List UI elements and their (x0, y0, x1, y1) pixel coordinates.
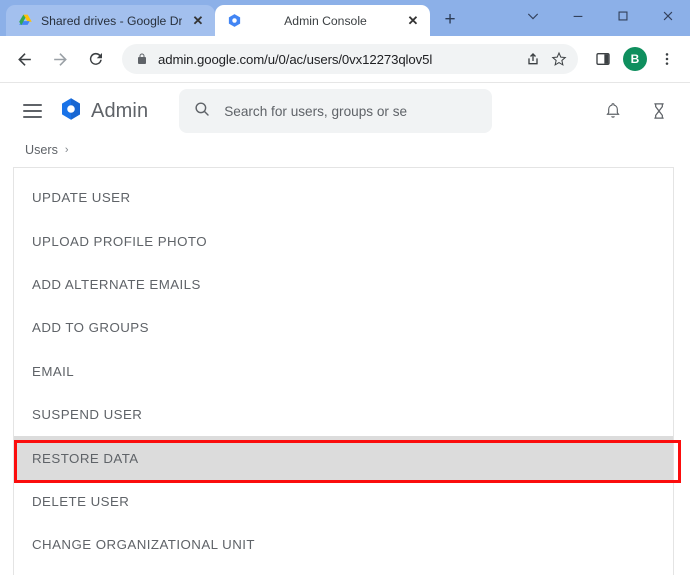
breadcrumb: Users › (0, 139, 690, 167)
user-actions-card: UPDATE USER UPLOAD PROFILE PHOTO ADD ALT… (13, 167, 674, 575)
action-item-upload-profile-photo[interactable]: UPLOAD PROFILE PHOTO (14, 219, 673, 262)
brand-title: Admin (91, 100, 148, 123)
search-icon (193, 100, 211, 123)
side-panel-icon[interactable] (588, 44, 618, 74)
lock-icon (134, 51, 150, 67)
header-actions (600, 98, 676, 124)
tab-strip: Shared drives - Google Drive ✕ Admin Con… (0, 0, 690, 36)
reload-button[interactable] (80, 43, 112, 75)
url-text: admin.google.com/u/0/ac/users/0vx12273ql… (158, 52, 520, 67)
google-admin-icon (226, 13, 242, 29)
action-item-delete-user[interactable]: DELETE USER (14, 480, 673, 523)
browser-tab-shared-drives[interactable]: Shared drives - Google Drive ✕ (6, 5, 215, 36)
tab-search-chevron-down-icon[interactable] (510, 0, 555, 32)
address-bar[interactable]: admin.google.com/u/0/ac/users/0vx12273ql… (122, 44, 578, 74)
close-icon[interactable]: ✕ (190, 13, 206, 29)
search-placeholder: Search for users, groups or se (224, 104, 407, 119)
action-item-change-organizational-unit[interactable]: CHANGE ORGANIZATIONAL UNIT (14, 523, 673, 566)
admin-console-header: Admin Search for users, groups or se (0, 83, 690, 139)
hourglass-icon[interactable] (646, 98, 672, 124)
close-icon[interactable]: ✕ (405, 13, 421, 29)
action-item-suspend-user[interactable]: SUSPEND USER (14, 393, 673, 436)
toolbar-right-actions: B (588, 44, 682, 74)
maximize-button[interactable] (600, 0, 645, 32)
action-item-update-user[interactable]: UPDATE USER (14, 176, 673, 219)
star-icon[interactable] (546, 46, 572, 72)
new-tab-button[interactable]: + (436, 5, 464, 33)
browser-tab-admin-console[interactable]: Admin Console ✕ (215, 5, 430, 36)
action-item-email[interactable]: EMAIL (14, 350, 673, 393)
back-button[interactable] (8, 43, 40, 75)
avatar[interactable]: B (620, 44, 650, 74)
user-actions-list: UPDATE USER UPLOAD PROFILE PHOTO ADD ALT… (14, 168, 673, 567)
action-item-add-alternate-emails[interactable]: ADD ALTERNATE EMAILS (14, 263, 673, 306)
google-drive-icon (17, 13, 33, 29)
page-content: Admin Search for users, groups or se Use… (0, 82, 690, 578)
forward-button[interactable] (44, 43, 76, 75)
browser-toolbar: admin.google.com/u/0/ac/users/0vx12273ql… (0, 36, 690, 82)
tab-title: Admin Console (250, 14, 397, 28)
action-item-add-to-groups[interactable]: ADD TO GROUPS (14, 306, 673, 349)
breadcrumb-item-users[interactable]: Users (25, 143, 58, 157)
three-dot-menu-icon[interactable] (652, 44, 682, 74)
window-controls (510, 0, 690, 32)
avatar-initial: B (623, 47, 647, 71)
tab-title: Shared drives - Google Drive (41, 14, 182, 28)
search-input[interactable]: Search for users, groups or se (179, 89, 492, 133)
share-icon[interactable] (520, 46, 546, 72)
google-admin-logo (58, 96, 84, 127)
action-item-restore-data[interactable]: RESTORE DATA (14, 436, 673, 479)
chevron-right-icon: › (65, 144, 69, 156)
admin-brand[interactable]: Admin (58, 96, 148, 127)
minimize-button[interactable] (555, 0, 600, 32)
hamburger-menu-icon[interactable] (16, 95, 48, 127)
browser-window: Shared drives - Google Drive ✕ Admin Con… (0, 0, 690, 578)
bell-icon[interactable] (600, 98, 626, 124)
close-window-button[interactable] (645, 0, 690, 32)
